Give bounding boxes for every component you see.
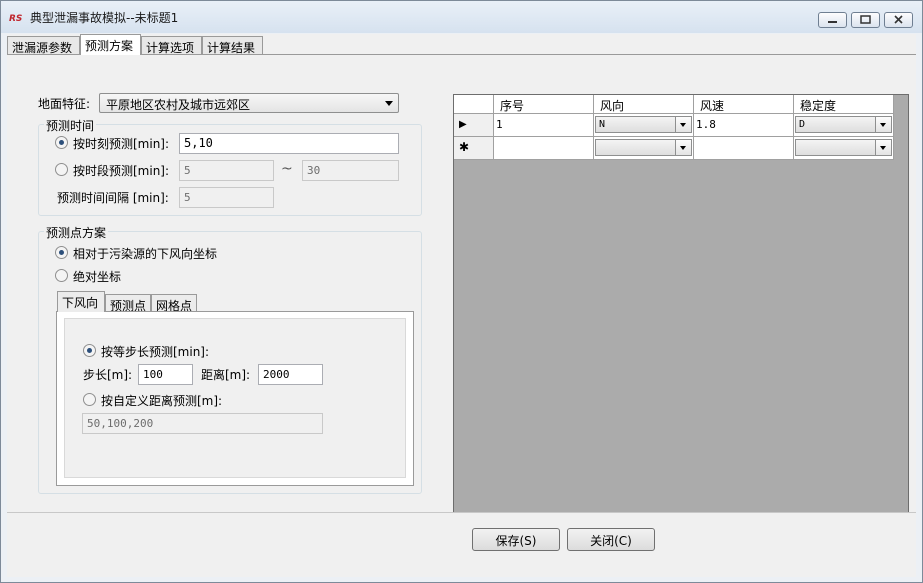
relative-coord-radio[interactable] xyxy=(55,246,68,259)
svg-text:RS: RS xyxy=(9,14,22,22)
custom-distance-input[interactable]: 50,100,200 xyxy=(82,413,323,434)
save-button[interactable]: 保存(S) xyxy=(472,528,560,551)
absolute-coord-label: 绝对坐标 xyxy=(73,270,122,284)
row-selector-new[interactable]: ✱ xyxy=(454,137,494,160)
grid-header-index[interactable]: 序号 xyxy=(494,95,594,114)
title-bar: RS 典型泄漏事故模拟--未标题1 xyxy=(1,1,922,33)
by-moment-label: 按时刻预测[min]: xyxy=(73,137,170,151)
app-window: RS 典型泄漏事故模拟--未标题1 泄漏源参数 预测方案 计算选项 计算结果 地… xyxy=(0,0,923,583)
by-moment-radio[interactable] xyxy=(55,136,68,149)
period-from-input[interactable]: 5 xyxy=(179,160,274,181)
app-logo-icon: RS xyxy=(9,14,22,22)
by-period-label: 按时段预测[min]: xyxy=(73,164,170,178)
stability-value: D xyxy=(799,119,806,130)
tab-calc-results[interactable]: 计算结果 xyxy=(202,36,263,55)
direction-select[interactable]: N xyxy=(595,116,692,133)
stability-select-new[interactable] xyxy=(795,139,892,156)
subtab-downwind[interactable]: 下风向 xyxy=(57,291,105,312)
close-window-button[interactable] xyxy=(884,12,913,28)
grid-cell-speed-new[interactable] xyxy=(694,137,794,160)
grid-cell-index-new[interactable] xyxy=(494,137,594,160)
grid-cell-direction: N xyxy=(594,114,694,137)
button-bar: 保存(S) 关闭(C) xyxy=(7,512,916,577)
step-input[interactable]: 100 xyxy=(138,364,193,385)
equal-step-label: 按等步长预测[min]: xyxy=(101,345,210,359)
subtab-grid-points[interactable]: 网格点 xyxy=(151,294,197,313)
prediction-plan-panel: 地面特征: 平原地区农村及城市远郊区 预测时间 按时刻预测[min]: 5,10… xyxy=(7,54,916,517)
distance-input[interactable]: 2000 xyxy=(258,364,323,385)
direction-select-new[interactable] xyxy=(595,139,692,156)
by-period-radio[interactable] xyxy=(55,163,68,176)
tab-calc-options[interactable]: 计算选项 xyxy=(141,36,202,55)
maximize-button[interactable] xyxy=(851,12,880,28)
surface-select[interactable]: 平原地区农村及城市远郊区 xyxy=(99,93,399,113)
interval-input[interactable]: 5 xyxy=(179,187,274,208)
period-to-input[interactable]: 30 xyxy=(302,160,399,181)
tab-prediction-plan[interactable]: 预测方案 xyxy=(80,34,141,55)
grid-header-stability[interactable]: 稳定度 xyxy=(794,95,894,114)
tab-source-params[interactable]: 泄漏源参数 xyxy=(7,36,80,55)
interval-label: 预测时间间隔 [min]: xyxy=(57,191,169,205)
prediction-time-title: 预测时间 xyxy=(44,117,97,134)
close-icon xyxy=(894,15,903,24)
prediction-point-title: 预测点方案 xyxy=(44,224,109,241)
stability-select[interactable]: D xyxy=(795,116,892,133)
maximize-icon xyxy=(860,15,871,24)
chevron-down-icon xyxy=(875,117,891,132)
minimize-button[interactable] xyxy=(818,12,847,28)
relative-coord-label: 相对于污染源的下风向坐标 xyxy=(73,247,218,261)
range-separator: ~ xyxy=(281,161,293,177)
minimize-icon xyxy=(828,21,837,23)
chevron-down-icon xyxy=(675,140,691,155)
grid-cell-speed[interactable]: 1.8 xyxy=(694,114,794,137)
direction-value: N xyxy=(599,119,606,130)
chevron-down-icon xyxy=(385,101,393,106)
surface-label: 地面特征: xyxy=(38,97,91,111)
equal-step-radio[interactable] xyxy=(83,344,96,357)
grid-cell-stability-new xyxy=(794,137,894,160)
subtab-predict-points[interactable]: 预测点 xyxy=(105,294,151,313)
chevron-down-icon xyxy=(675,117,691,132)
main-content: 泄漏源参数 预测方案 计算选项 计算结果 地面特征: 平原地区农村及城市远郊区 … xyxy=(7,34,916,517)
distance-label: 距离[m]: xyxy=(201,368,251,382)
window-title: 典型泄漏事故模拟--未标题1 xyxy=(30,11,179,25)
step-label: 步长[m]: xyxy=(83,368,133,382)
grid-cell-direction-new xyxy=(594,137,694,160)
row-selector-current[interactable]: ▶ xyxy=(454,114,494,137)
moment-input[interactable]: 5,10 xyxy=(179,133,399,154)
grid-cell-index[interactable]: 1 xyxy=(494,114,594,137)
surface-value: 平原地区农村及城市远郊区 xyxy=(106,98,251,112)
grid-corner xyxy=(454,95,494,114)
grid-header-direction[interactable]: 风向 xyxy=(594,95,694,114)
close-button[interactable]: 关闭(C) xyxy=(567,528,655,551)
grid-header-speed[interactable]: 风速 xyxy=(694,95,794,114)
custom-distance-label: 按自定义距离预测[m]: xyxy=(101,394,223,408)
meteorology-grid: 序号 风向 风速 稳定度 ▶ 1 N 1.8 D ✱ xyxy=(453,94,909,517)
absolute-coord-radio[interactable] xyxy=(55,269,68,282)
custom-distance-radio[interactable] xyxy=(83,393,96,406)
chevron-down-icon xyxy=(875,140,891,155)
grid-cell-stability: D xyxy=(794,114,894,137)
